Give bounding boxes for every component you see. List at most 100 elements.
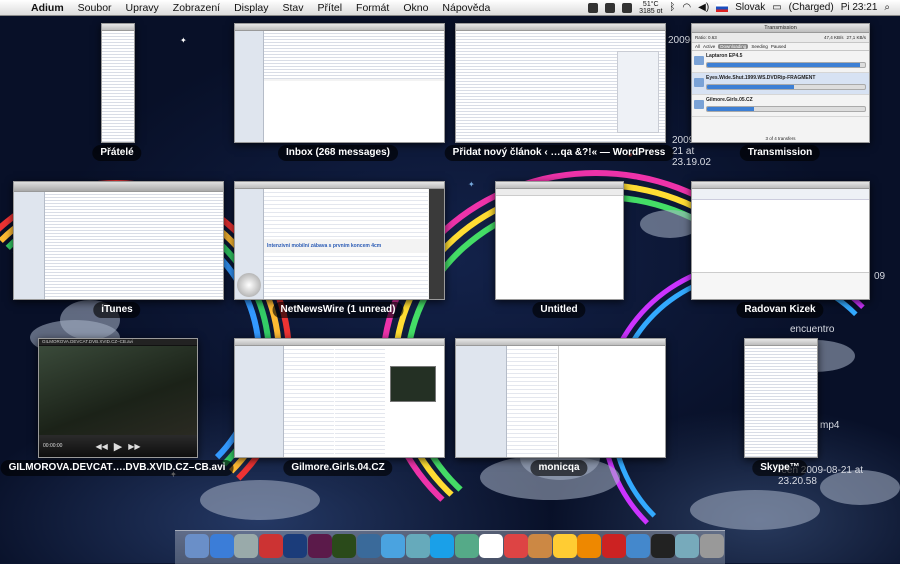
window-radovan-kizek[interactable] xyxy=(691,181,870,300)
rewind-icon[interactable]: ◀◀ xyxy=(95,442,107,451)
menu-pritel[interactable]: Přítel xyxy=(311,2,350,14)
volume-icon[interactable]: ◀) xyxy=(698,2,709,13)
menu-stav[interactable]: Stav xyxy=(276,2,311,14)
dock xyxy=(175,530,725,564)
status-icon[interactable] xyxy=(605,2,616,13)
ratio-label: Ratio: 0.63 xyxy=(695,35,717,40)
video-time: 00:00:00 xyxy=(43,443,63,449)
terminal-icon[interactable] xyxy=(650,534,675,558)
window-label: Radovan Kizek xyxy=(736,302,824,318)
ical-icon[interactable] xyxy=(258,534,283,558)
clock[interactable]: Pi 23:21 xyxy=(841,2,878,13)
temperature-widget[interactable]: 51°C 3185 ot xyxy=(639,1,662,15)
finder-icon[interactable] xyxy=(185,534,209,558)
preview-icon[interactable] xyxy=(234,534,258,558)
folder-icon[interactable] xyxy=(675,534,699,558)
iphoto-icon[interactable] xyxy=(405,534,430,558)
wifi-icon[interactable]: ◠ xyxy=(682,2,691,13)
window-label: Untitled xyxy=(532,302,586,318)
menu-app-name[interactable]: Adium xyxy=(24,2,71,14)
filter-all[interactable]: All xyxy=(695,44,700,49)
window-video-player[interactable]: GILMOROVA.DEVCAT.DVB.XVID.CZ–CB.avi 00:0… xyxy=(38,338,198,458)
window-transmission[interactable]: Transmission Ratio: 0.63 47,4 KB/s 27,1 … xyxy=(691,23,870,143)
torrent-row[interactable]: Gilmore.Girls.05.CZ xyxy=(692,95,869,117)
window-label: Přátelé xyxy=(92,145,142,161)
xcode-icon[interactable] xyxy=(356,534,381,558)
window-skype[interactable] xyxy=(744,338,818,458)
window-netnewswire[interactable]: Intenzivní mobilní zábava s prvním konce… xyxy=(234,181,445,300)
torrent-row[interactable]: Laptaron EP4.5 xyxy=(692,51,869,73)
slovak-flag-icon xyxy=(716,3,729,12)
window-label: Přidat nový článok ‹ …qa &?!« — WordPres… xyxy=(444,145,674,161)
download-speed: 47,4 KB/s xyxy=(823,35,844,40)
transmission-title: Transmission xyxy=(692,24,869,33)
window-inbox[interactable] xyxy=(234,23,445,143)
input-language[interactable]: Slovak xyxy=(735,2,765,13)
menu-display[interactable]: Display xyxy=(227,2,275,14)
torrent-progress-bar xyxy=(706,84,866,90)
menu-soubor[interactable]: Soubor xyxy=(71,2,119,14)
bluetooth-icon[interactable]: ᛒ xyxy=(669,2,675,13)
window-itunes[interactable] xyxy=(13,181,224,300)
photo-icon[interactable] xyxy=(528,534,552,558)
torrent-name: Gilmore.Girls.05.CZ xyxy=(706,97,753,103)
window-pratele[interactable] xyxy=(101,23,135,143)
adium-icon[interactable] xyxy=(454,534,479,558)
menu-okno[interactable]: Okno xyxy=(396,2,435,14)
safari-2-icon[interactable] xyxy=(626,534,650,558)
window-label: NetNewsWire (1 unread) xyxy=(272,302,404,318)
menu-napoveda[interactable]: Nápověda xyxy=(435,2,497,14)
battery-status[interactable]: (Charged) xyxy=(789,2,834,13)
window-label: Transmission xyxy=(739,145,821,161)
play-icon[interactable]: ▶ xyxy=(114,440,122,453)
window-label: monicqa xyxy=(530,460,588,476)
star-decoration: ✦ xyxy=(468,180,475,189)
calendar-icon[interactable] xyxy=(503,534,528,558)
filter-seeding[interactable]: Seeding xyxy=(751,44,768,49)
spotlight-icon[interactable]: ⌕ xyxy=(884,2,890,13)
itunes-icon[interactable] xyxy=(381,534,405,558)
cloud-decoration xyxy=(690,490,820,530)
star-decoration: ✦ xyxy=(180,36,187,45)
filter-active[interactable]: Active xyxy=(703,44,715,49)
trash-icon[interactable] xyxy=(699,534,724,558)
fast-forward-icon[interactable]: ▶▶ xyxy=(128,442,140,451)
skype-icon[interactable] xyxy=(430,534,454,558)
status-icon[interactable] xyxy=(588,2,599,13)
dropbox-icon[interactable] xyxy=(622,2,633,13)
transfers-count: 3 of 4 transfers xyxy=(765,136,796,141)
desktop-file-label[interactable]: mp4 xyxy=(820,420,839,431)
photoshop-icon[interactable] xyxy=(283,534,307,558)
window-wordpress[interactable] xyxy=(455,23,666,143)
desktop-file-label[interactable]: encuentro xyxy=(790,324,834,335)
miffy-icon[interactable] xyxy=(479,534,503,558)
menu-format[interactable]: Formát xyxy=(349,2,396,14)
filter-paused[interactable]: Paused xyxy=(771,44,786,49)
vlc-icon[interactable] xyxy=(577,534,601,558)
video-controls: 00:00:00 ◀◀ ▶ ▶▶ xyxy=(39,435,197,457)
battery-icon[interactable]: ▭ xyxy=(772,2,781,13)
window-label: iTunes xyxy=(93,302,141,318)
menu-upravy[interactable]: Upravy xyxy=(119,2,166,14)
window-label: GILMOROVA.DEVCAT….DVB.XVID.CZ–CB.avi xyxy=(0,460,234,476)
desktop-file-label[interactable]: 09 xyxy=(874,271,885,282)
menu-zobrazeni[interactable]: Zobrazení xyxy=(166,2,227,14)
window-finder-monicqa[interactable] xyxy=(455,338,666,458)
dreamweaver-icon[interactable] xyxy=(332,534,356,558)
folder-icon xyxy=(694,78,704,87)
duck-icon[interactable] xyxy=(552,534,577,558)
torrent-progress-bar xyxy=(706,106,866,112)
window-untitled[interactable] xyxy=(495,181,624,300)
folder-icon xyxy=(694,100,704,109)
torrent-row[interactable]: Eyes.Wide.Shut.1999.WS.DVDRip-FRAGMENT xyxy=(692,73,869,95)
window-label: Skype™ xyxy=(752,460,808,476)
folder-icon xyxy=(694,56,704,65)
indesign-icon[interactable] xyxy=(307,534,332,558)
safari-icon[interactable] xyxy=(209,534,234,558)
window-finder-gilmore[interactable] xyxy=(234,338,445,458)
upload-speed: 27,1 KB/s xyxy=(846,35,866,40)
news-headline[interactable]: Intenzivní mobilní zábava s prvním konce… xyxy=(267,243,426,249)
transmission-icon[interactable] xyxy=(601,534,626,558)
filter-downloading[interactable]: Downloading xyxy=(718,44,749,49)
video-title: GILMOROVA.DEVCAT.DVB.XVID.CZ–CB.avi xyxy=(39,339,197,345)
